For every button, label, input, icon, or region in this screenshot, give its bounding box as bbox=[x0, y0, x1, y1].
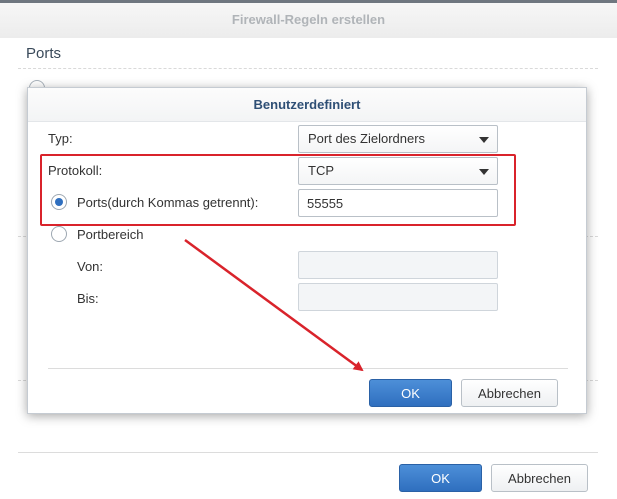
outer-divider bbox=[18, 68, 598, 69]
type-label: Typ: bbox=[48, 131, 73, 146]
port-range-option-label: Portbereich bbox=[77, 227, 144, 242]
type-select[interactable]: Port des Zielordners bbox=[298, 125, 498, 153]
dialog-footer-divider bbox=[48, 368, 568, 369]
dialog-cancel-button[interactable]: Abbrechen bbox=[461, 379, 558, 407]
outer-ok-button[interactable]: OK bbox=[399, 464, 482, 492]
type-select-value: Port des Zielordners bbox=[308, 131, 426, 146]
from-input[interactable] bbox=[298, 251, 498, 279]
to-input[interactable] bbox=[298, 283, 498, 311]
outer-cancel-button[interactable]: Abbrechen bbox=[491, 464, 588, 492]
port-range-radio-button[interactable] bbox=[51, 226, 67, 242]
outer-window-titlebar: Firewall-Regeln erstellen bbox=[0, 0, 617, 38]
to-label: Bis: bbox=[77, 291, 99, 306]
dialog-titlebar: Benutzerdefiniert bbox=[28, 88, 586, 122]
ports-radio-button[interactable] bbox=[51, 194, 67, 210]
custom-port-dialog: Benutzerdefiniert Typ: Port des Zielordn… bbox=[27, 87, 587, 414]
chevron-down-icon bbox=[479, 137, 489, 143]
protocol-select[interactable]: TCP bbox=[298, 157, 498, 185]
dialog-ok-button[interactable]: OK bbox=[369, 379, 452, 407]
outer-footer-divider bbox=[18, 452, 598, 453]
outer-section-title: Ports bbox=[26, 45, 62, 62]
protocol-select-value: TCP bbox=[308, 163, 334, 178]
ports-option-label: Ports(durch Kommas getrennt): bbox=[77, 195, 259, 210]
protocol-label: Protokoll: bbox=[48, 163, 103, 178]
outer-window-title: Firewall-Regeln erstellen bbox=[231, 12, 386, 27]
ports-input[interactable] bbox=[298, 189, 498, 217]
from-label: Von: bbox=[77, 259, 104, 274]
dialog-title: Benutzerdefiniert bbox=[253, 97, 361, 112]
chevron-down-icon bbox=[479, 169, 489, 175]
